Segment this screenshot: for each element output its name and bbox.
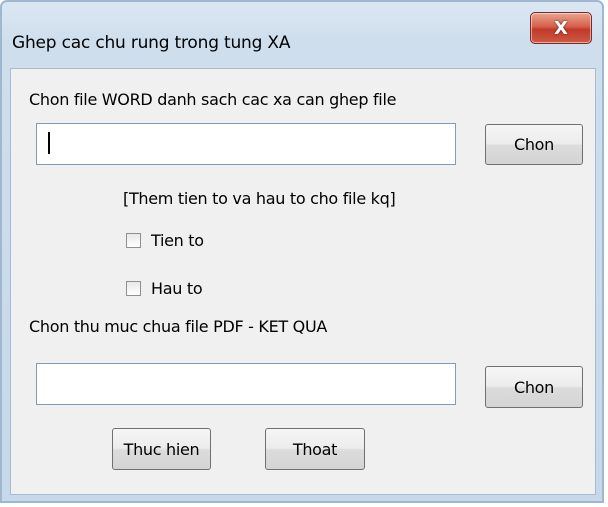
choose-word-file-button[interactable]: Chon bbox=[485, 124, 583, 165]
dialog-body: Chon file WORD danh sach cac xa can ghep… bbox=[10, 68, 596, 495]
word-file-label: Chon file WORD danh sach cac xa can ghep… bbox=[29, 90, 397, 109]
output-folder-input[interactable] bbox=[36, 363, 456, 405]
suffix-checkbox[interactable] bbox=[126, 281, 141, 296]
close-button[interactable]: X bbox=[530, 12, 592, 44]
text-caret bbox=[48, 132, 50, 154]
prefix-checkbox[interactable] bbox=[126, 233, 141, 248]
run-button[interactable]: Thuc hien bbox=[112, 428, 211, 470]
window-title: Ghep cac chu rung trong tung XA bbox=[12, 33, 291, 53]
prefix-label: Tien to bbox=[151, 231, 204, 250]
choose-output-folder-button[interactable]: Chon bbox=[485, 366, 583, 408]
prefix-checkbox-row[interactable]: Tien to bbox=[126, 231, 204, 250]
output-folder-label: Chon thu muc chua file PDF - KET QUA bbox=[29, 317, 328, 336]
suffix-checkbox-row[interactable]: Hau to bbox=[126, 279, 203, 298]
suffix-label: Hau to bbox=[151, 279, 203, 298]
close-icon: X bbox=[554, 17, 568, 39]
word-file-input[interactable] bbox=[36, 123, 456, 165]
exit-button[interactable]: Thoat bbox=[265, 428, 365, 470]
affix-heading: [Them tien to va hau to cho file kq] bbox=[123, 189, 396, 208]
title-bar[interactable]: Ghep cac chu rung trong tung XA X bbox=[2, 2, 602, 66]
dialog-window: Ghep cac chu rung trong tung XA X Chon f… bbox=[0, 0, 604, 503]
